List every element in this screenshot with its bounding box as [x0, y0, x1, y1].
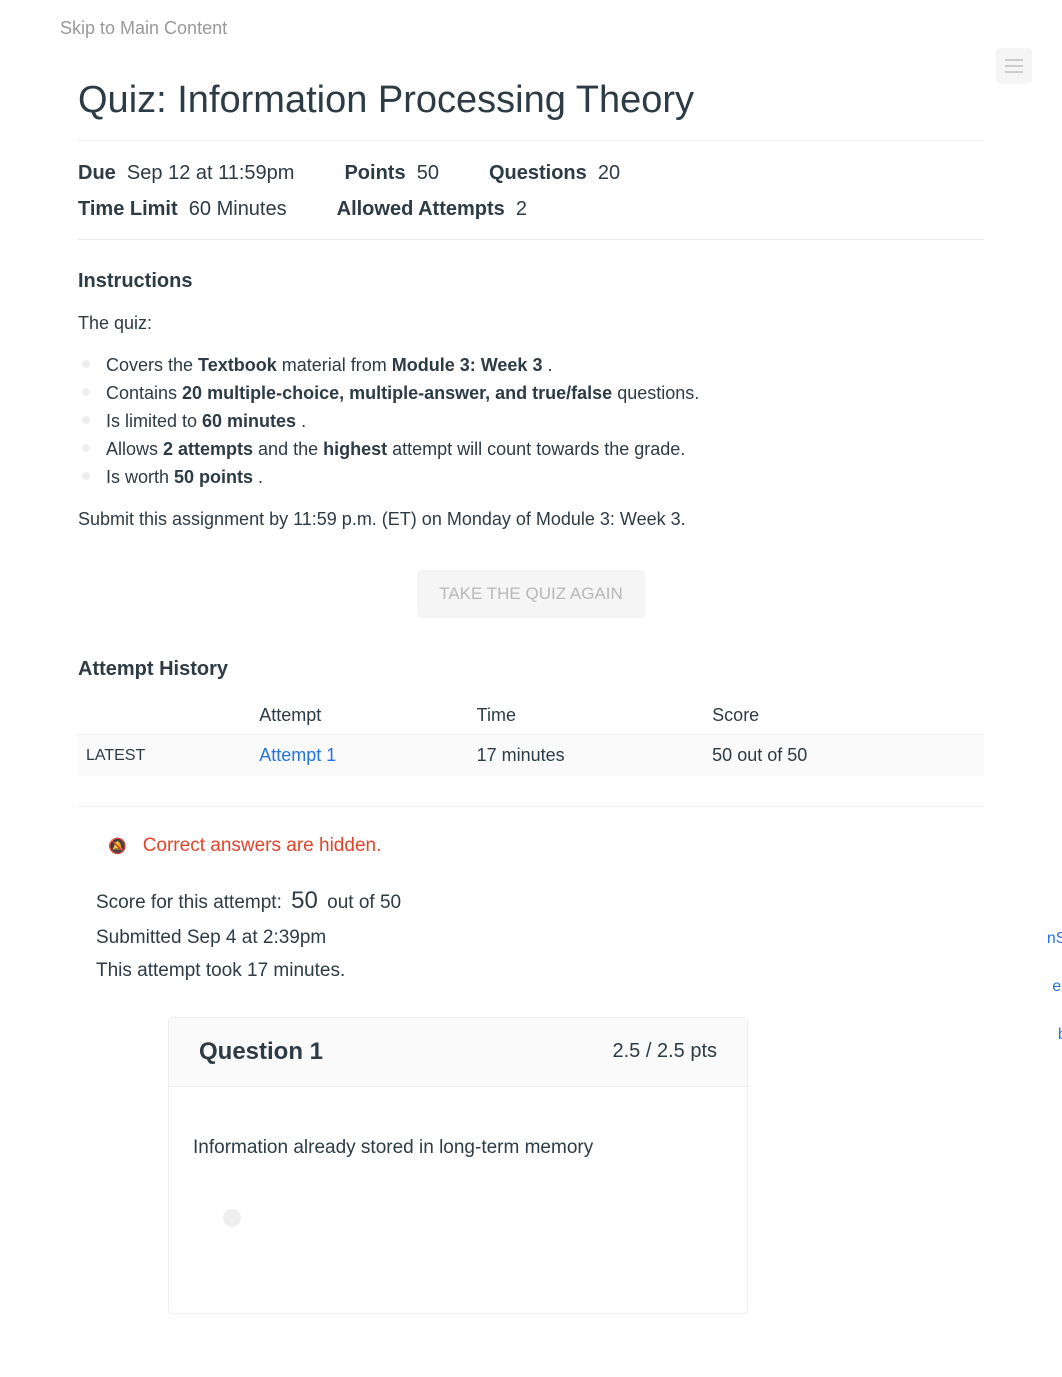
answer-radio-icon: [223, 1209, 241, 1227]
col-status: [78, 697, 259, 735]
score-out-of: out of 50: [327, 892, 401, 913]
due-value: Sep 12 at 11:59pm: [127, 162, 295, 184]
divider: [78, 239, 984, 240]
attempt-history-heading: Attempt History: [78, 658, 984, 681]
attempt-time: 17 minutes: [477, 735, 713, 777]
instructions-footer: Submit this assignment by 11:59 p.m. (ET…: [78, 509, 984, 530]
score-label: Score for this attempt:: [96, 892, 282, 913]
question-card: Question 1 2.5 / 2.5 pts Information alr…: [168, 1017, 748, 1314]
time-limit-label: Time Limit: [78, 198, 178, 220]
questions-label: Questions: [489, 162, 587, 184]
hidden-answers-banner: 🔕 Correct answers are hidden.: [78, 821, 984, 871]
list-item: Is worth 50 points .: [88, 464, 984, 492]
due-label: Due: [78, 162, 116, 184]
score-value: 50: [291, 887, 318, 914]
list-item: Allows 2 attempts and the highest attemp…: [88, 436, 984, 464]
attempt-score: 50 out of 50: [712, 735, 984, 777]
instructions-intro: The quiz:: [78, 313, 984, 334]
points-value: 50: [417, 162, 439, 184]
take-quiz-again-button[interactable]: TAKE THE QUIZ AGAIN: [417, 570, 645, 618]
side-links: nSO/juma ertycham berty.ele: [1047, 915, 1062, 1059]
side-link[interactable]: ertycham: [1052, 978, 1062, 995]
attempts-value: 2: [516, 198, 527, 220]
questions-value: 20: [598, 162, 620, 184]
skip-to-main-link[interactable]: Skip to Main Content: [0, 0, 1062, 39]
list-item: Is limited to 60 minutes .: [88, 408, 984, 436]
col-score: Score: [712, 697, 984, 735]
attempt-status: LATEST: [78, 735, 259, 777]
hidden-answers-text: Correct answers are hidden.: [143, 835, 382, 857]
page-title: Quiz: Information Processing Theory: [78, 79, 984, 122]
quiz-meta: Due Sep 12 at 11:59pm Points 50 Question…: [78, 155, 984, 227]
col-attempt: Attempt: [259, 697, 476, 735]
muted-icon: 🔕: [108, 837, 127, 855]
instructions-list: Covers the Textbook material from Module…: [78, 352, 984, 491]
attempt-history-table: Attempt Time Score LATEST Attempt 1 17 m…: [78, 697, 984, 776]
side-link[interactable]: berty.ele: [1058, 1026, 1062, 1043]
table-row: LATEST Attempt 1 17 minutes 50 out of 50: [78, 735, 984, 777]
question-text: Information already stored in long-term …: [193, 1137, 723, 1159]
col-time: Time: [477, 697, 713, 735]
instructions-heading: Instructions: [78, 270, 984, 293]
submitted-text: Submitted Sep 4 at 2:39pm: [96, 922, 966, 954]
attempts-label: Allowed Attempts: [337, 198, 505, 220]
points-label: Points: [344, 162, 405, 184]
question-title: Question 1: [199, 1038, 323, 1066]
list-item: Contains 20 multiple-choice, multiple-an…: [88, 380, 984, 408]
attempt-link[interactable]: Attempt 1: [259, 745, 336, 765]
question-points: 2.5 / 2.5 pts: [612, 1040, 717, 1063]
score-block: Score for this attempt: 50 out of 50 Sub…: [78, 871, 984, 1016]
duration-text: This attempt took 17 minutes.: [96, 955, 966, 987]
time-limit-value: 60 Minutes: [189, 198, 287, 220]
list-item: Covers the Textbook material from Module…: [88, 352, 984, 380]
side-link[interactable]: nSO/juma: [1047, 930, 1062, 947]
divider: [78, 806, 984, 807]
divider: [78, 140, 984, 141]
